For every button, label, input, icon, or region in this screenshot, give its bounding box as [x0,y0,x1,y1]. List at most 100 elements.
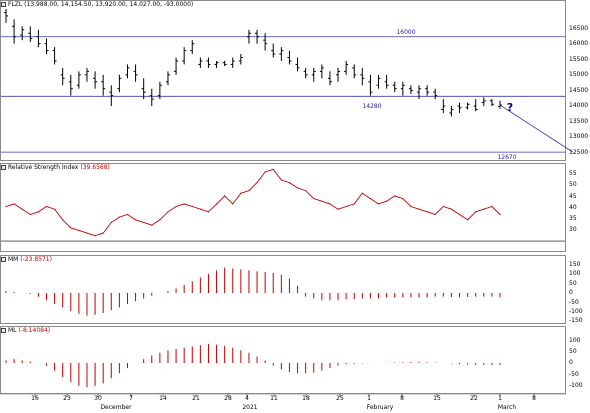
rsi-point [224,195,226,197]
rsi-point [353,203,355,205]
rsi-point [232,203,234,205]
x-tick-label: 8 [532,395,536,402]
rsi-point [159,219,161,221]
rsi-plot [1,168,565,242]
y-tick-label: -100 [569,308,583,315]
rsi-point [118,216,120,218]
x-tick-label: 8 [400,395,404,402]
y-tick-label: 13000 [569,133,589,140]
ohlc-bar [20,26,25,41]
rsi-point [13,203,15,205]
rsi-point [499,213,501,216]
level-label-14280: 14280 [362,103,381,110]
panel-menu-icon[interactable] [1,2,6,7]
ohlc-bar [498,100,502,109]
ohlc-bar [368,74,373,96]
ml-panel-title: ML (-8.14084) [1,327,53,335]
rsi-point [29,213,31,216]
rsi-point [369,197,372,200]
rsi-point [337,208,339,210]
rsi-point [272,168,274,170]
y-tick-label: 15500 [569,56,589,63]
ohlc-bar [36,29,41,48]
ohlc-bar [352,64,357,79]
panel-menu-icon[interactable] [1,165,6,170]
question-mark-annotation: ? [507,101,513,114]
ohlc-bar [295,57,300,72]
ohlc-bar [441,99,446,113]
rsi-point [110,221,112,224]
rsi-point [377,203,380,205]
rsi-point [256,182,258,184]
rsi-point [78,229,80,232]
x-tick-label: 16 [31,395,39,402]
month-label: March [497,404,517,411]
x-tick-label: 1 [498,395,502,402]
rsi-point [361,192,363,194]
x-tick-label: 15 [433,395,441,402]
y-tick-label: 55 [569,170,577,177]
ohlc-bar [425,85,430,96]
y-tick-label: 50 [569,348,577,355]
x-tick-label: 23 [63,395,71,402]
x-tick-label: 7 [129,395,133,402]
month-label: February [366,404,394,411]
ohlc-bar [417,85,422,100]
ohlc-bar [489,99,494,107]
rsi-point [215,203,218,205]
y-tick-label: 14000 [569,102,589,109]
y-tick-label: 30 [569,226,577,233]
rsi-point [264,171,266,173]
x-tick-label: 21 [192,395,200,402]
ohlc-bar [182,47,187,65]
mm-panel-title: MM (-23.8571) [1,256,54,264]
ohlc-bar [392,81,397,93]
ohlc-bar [101,74,106,96]
ohlc-bar [263,33,268,51]
ohlc-bar [457,102,462,113]
y-tick-label: 16500 [569,25,589,32]
x-tick-label: 25 [336,395,344,402]
ohlc-bar [60,67,65,86]
y-tick-label: 100 [569,337,581,344]
rsi-point [102,232,104,234]
y-tick-label: 14500 [569,87,589,94]
ohlc-bar [76,71,81,89]
rsi-point [248,189,250,192]
x-tick-label: 30 [94,395,102,402]
ohlc-bar [238,54,243,65]
ohlc-bar [125,64,130,79]
price-symbol: FLZL [8,1,23,8]
ohlc-bar [4,7,8,23]
panel-menu-icon[interactable] [1,328,6,333]
y-tick-label: 35 [569,215,577,222]
rsi-point [458,213,461,216]
ohlc-bar [206,57,211,68]
y-tick-label: 100 [569,270,581,277]
y-tick-label: 13500 [569,118,589,125]
price-panel-title: FLZL (13,988.00, 14,154.50, 13,920.00, 1… [1,1,196,9]
rsi-point [313,197,315,200]
rsi-point [426,211,428,213]
target-label-12670: 12670 [497,154,516,161]
ohlc-bar [319,64,324,79]
rsi-point [475,211,477,213]
x-tick-label: 4 [245,395,249,402]
ohlc-bar [279,47,284,61]
rsi-point [418,208,420,210]
x-tick-label: 22 [470,395,478,402]
rsi-point [167,211,169,213]
y-tick-label: 45 [569,193,577,200]
level-label-16000: 16000 [396,29,415,36]
ohlc-bar [44,38,49,55]
rsi-point [240,192,242,194]
ohlc-bar [133,64,138,82]
rsi-point [280,179,282,181]
ohlc-bar [198,57,203,68]
x-tick-label: 11 [270,395,278,402]
rsi-point [175,205,177,208]
rsi-point [394,195,396,197]
panel-menu-icon[interactable] [1,257,6,262]
y-tick-label: 16000 [569,40,589,47]
ml-label: ML [8,327,17,334]
